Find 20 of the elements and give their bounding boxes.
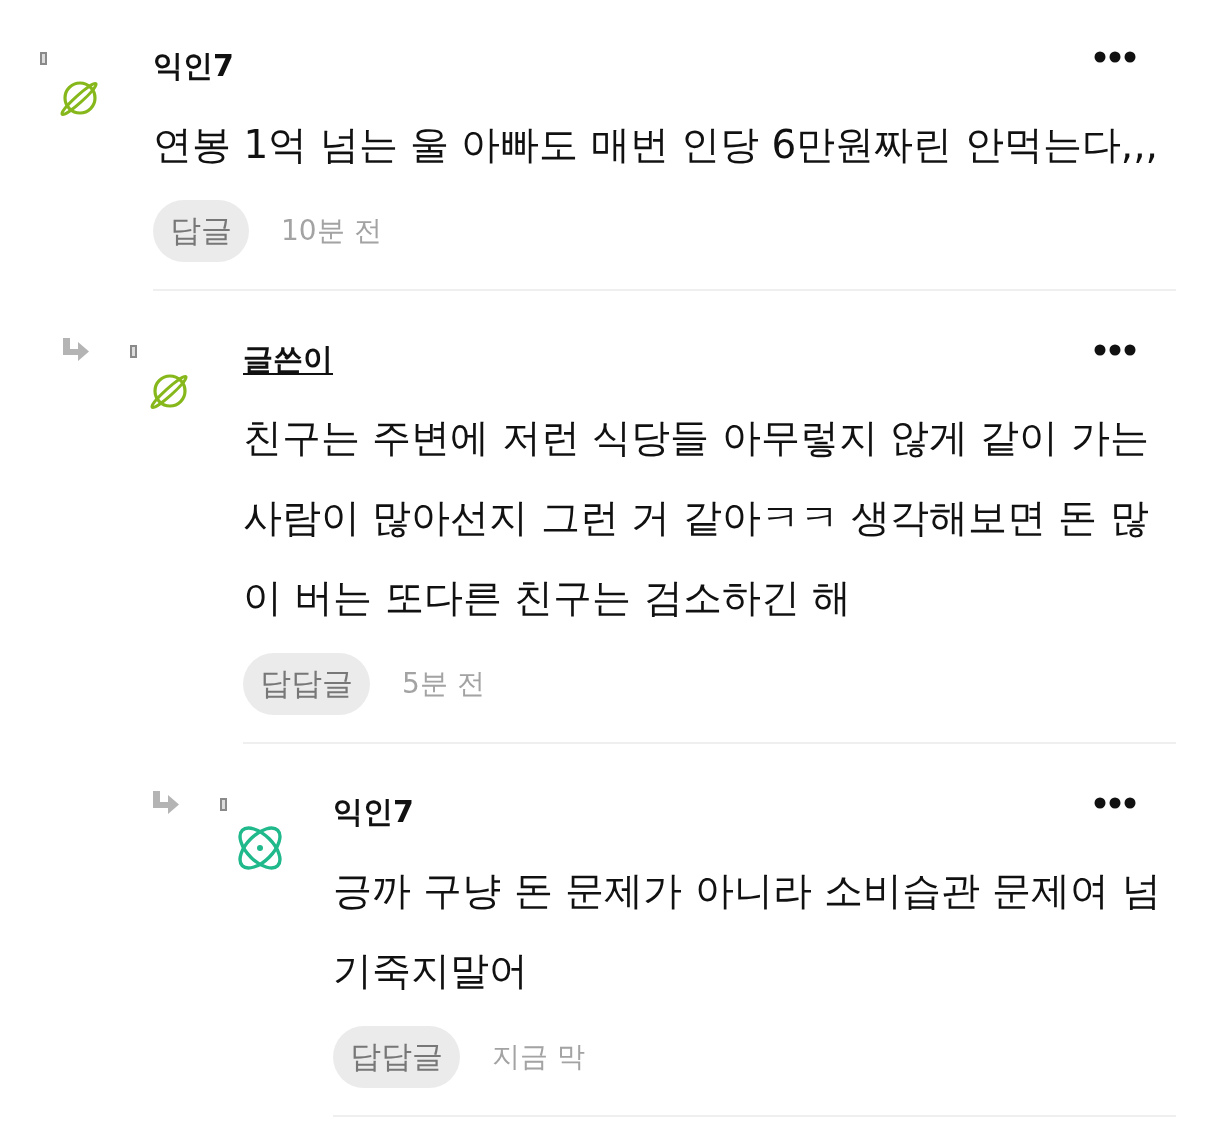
reply-arrow-icon (62, 338, 90, 362)
small-rectangle-icon (40, 52, 47, 65)
author-name[interactable]: 익인7 (153, 44, 234, 88)
comment-text: 연봉 1억 넘는 울 아빠도 매번 인당 6만원짜린 안먹는다,,, (153, 121, 1159, 169)
more-options-icon[interactable] (1094, 797, 1136, 809)
reply-button[interactable]: 답답글 (333, 1026, 460, 1088)
small-rectangle-icon (130, 345, 137, 358)
timestamp: 지금 막 (492, 1039, 585, 1075)
author-name[interactable]: 익인7 (333, 790, 414, 834)
comment-text: 긍까 구냥 돈 문제가 아니라 소비습관 문제여 넘 기죽지말어 (333, 867, 1162, 995)
comment-text: 친구는 주변에 저런 식당들 아무렇지 않게 같이 가는 사람이 많아선지 그런 거 같아ㅋㅋ 생각해보면 돈 많이 버는 또다른 친구는 검소하긴 해 (243, 414, 1150, 622)
timestamp: 10분 전 (281, 213, 382, 249)
more-options-icon[interactable] (1094, 344, 1136, 356)
reply-button[interactable]: 답답글 (243, 653, 370, 715)
reply-arrow-icon (152, 791, 180, 815)
author-name[interactable]: 글쓴이 (243, 337, 333, 381)
reply-button[interactable]: 답글 (153, 200, 249, 262)
small-rectangle-icon (220, 798, 227, 811)
more-options-icon[interactable] (1094, 51, 1136, 63)
timestamp: 5분 전 (402, 666, 485, 702)
